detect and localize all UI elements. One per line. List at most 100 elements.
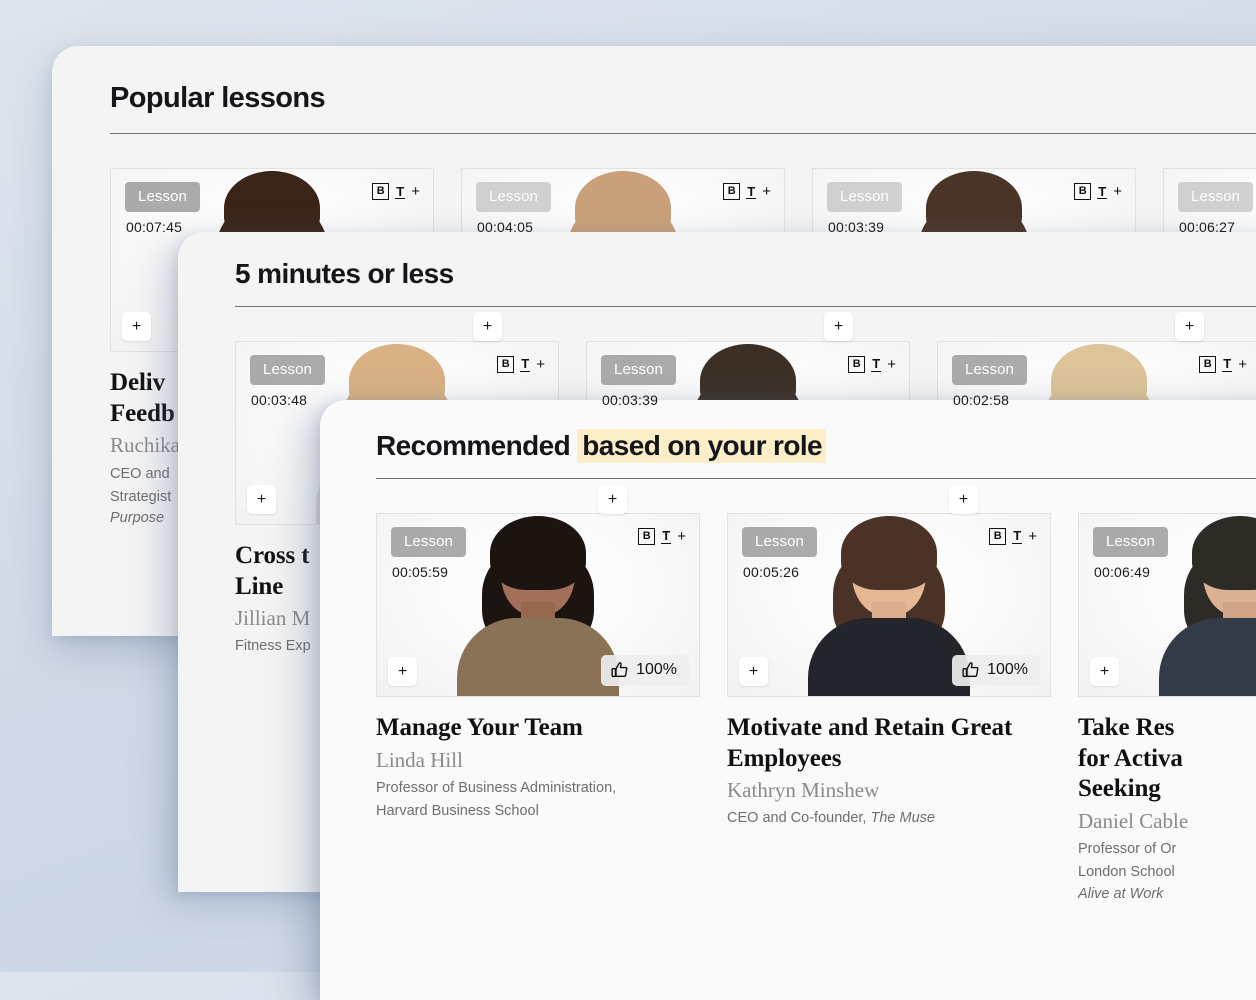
lesson-meta: Manage Your Team Linda Hill Professor of…	[376, 697, 700, 823]
add-to-playlist-button[interactable]: +	[388, 657, 417, 687]
lesson-duration: 00:02:58	[953, 392, 1010, 409]
panel-recommended: Recommended based on your role Lesson 00…	[320, 400, 1256, 1000]
more-formats-icon[interactable]: +	[887, 357, 896, 372]
rating-value: 100%	[987, 661, 1028, 679]
status-badge-rating: 100%	[952, 655, 1040, 687]
lesson-badge: Lesson	[601, 355, 676, 386]
text-format-icon[interactable]: T	[395, 184, 406, 200]
title-rule	[376, 478, 1256, 480]
lesson-meta: Take Res for Activa Seeking Daniel Cable P…	[1078, 697, 1256, 905]
lesson-card[interactable]: Lesson 00:05:26 B T + + 100% Motivate an…	[727, 513, 1051, 905]
lesson-duration: 00:06:27	[1179, 219, 1236, 236]
lesson-duration: 00:05:26	[743, 564, 800, 581]
lesson-meta: Motivate and Retain Great Employees Kath…	[727, 697, 1051, 830]
lesson-thumbnail[interactable]: Lesson 00:06:49 B T + +	[1078, 513, 1256, 698]
lesson-badge: Lesson	[125, 182, 200, 213]
lesson-badge: Lesson	[1093, 527, 1168, 558]
bold-format-icon[interactable]: B	[1199, 356, 1217, 374]
rating-value: 100%	[636, 661, 677, 679]
text-format-icon[interactable]: T	[871, 357, 882, 372]
bold-format-icon[interactable]: B	[497, 356, 515, 374]
person-illustration	[1156, 514, 1256, 697]
lesson-badge: Lesson	[391, 527, 466, 558]
lesson-duration: 00:03:39	[828, 219, 885, 236]
title-highlight: based on your role	[577, 429, 826, 463]
add-to-playlist-button[interactable]: +	[247, 485, 276, 515]
lesson-duration: 00:03:39	[602, 392, 659, 409]
more-formats-icon[interactable]: +	[1238, 357, 1247, 372]
page-title-popular: Popular lessons	[110, 82, 326, 114]
lesson-card[interactable]: Lesson 00:05:59 B T + + 100% Manage Your…	[376, 513, 700, 905]
lesson-role: Professor of Business Administration, Ha…	[376, 779, 617, 819]
add-to-playlist-button[interactable]: +	[122, 312, 151, 342]
page-title-recommended: Recommended based on your role	[376, 429, 1256, 463]
lesson-duration: 00:04:05	[477, 219, 534, 236]
lesson-thumbnail[interactable]: Lesson 00:05:26 B T + + 100%	[727, 513, 1051, 698]
text-format-icon[interactable]: T	[746, 184, 757, 200]
lesson-role: CEO and Co-founder, The Muse	[727, 810, 935, 827]
bold-format-icon[interactable]: B	[1074, 183, 1092, 201]
lesson-badge: Lesson	[827, 182, 902, 213]
text-format-icon[interactable]: T	[1012, 529, 1023, 544]
text-format-icon[interactable]: T	[661, 529, 672, 544]
lesson-title: Manage Your Team	[376, 714, 583, 742]
lesson-duration: 00:03:48	[251, 392, 308, 409]
add-to-playlist-button[interactable]: +	[739, 657, 768, 687]
bold-format-icon[interactable]: B	[723, 183, 741, 201]
lesson-author: Daniel Cable	[1078, 808, 1189, 833]
person-illustration	[454, 514, 622, 697]
format-icons: B T +	[723, 183, 771, 201]
lesson-card[interactable]: Lesson 00:06:49 B T + + Take Resfor Acti…	[1078, 513, 1256, 905]
lesson-author: Kathryn Minshew	[727, 778, 880, 803]
lesson-badge: Lesson	[742, 527, 817, 558]
thumbs-up-icon	[962, 662, 979, 678]
format-icons: B T +	[1199, 356, 1247, 374]
format-icons: B T +	[372, 183, 420, 201]
add-to-playlist-button[interactable]: +	[824, 312, 853, 342]
more-formats-icon[interactable]: +	[677, 529, 686, 544]
more-formats-icon[interactable]: +	[1028, 529, 1037, 544]
screen: Popular lessons Lesson 00:07:45 B T + + …	[0, 0, 1256, 1000]
text-format-icon[interactable]: T	[1097, 184, 1108, 200]
more-formats-icon[interactable]: +	[536, 357, 545, 372]
lesson-thumbnail[interactable]: Lesson 00:05:59 B T + + 100%	[376, 513, 700, 698]
lesson-badge: Lesson	[250, 355, 325, 386]
more-formats-icon[interactable]: +	[411, 184, 420, 199]
format-icons: B T +	[848, 356, 896, 374]
title-rule	[235, 306, 1256, 308]
text-format-icon[interactable]: T	[1222, 357, 1233, 372]
add-to-playlist-button[interactable]: +	[949, 485, 978, 515]
bold-format-icon[interactable]: B	[848, 356, 866, 374]
format-icons: B T +	[638, 528, 686, 546]
lesson-duration: 00:06:49	[1094, 564, 1151, 581]
more-formats-icon[interactable]: +	[762, 184, 771, 199]
lesson-book: The Muse	[870, 810, 935, 827]
lesson-duration: 00:07:45	[126, 219, 183, 236]
add-to-playlist-button[interactable]: +	[473, 312, 502, 342]
add-to-playlist-button[interactable]: +	[1090, 657, 1119, 687]
format-icons: B T +	[497, 356, 545, 374]
lesson-badge: Lesson	[952, 355, 1027, 386]
lesson-duration: 00:05:59	[392, 564, 449, 581]
text-format-icon[interactable]: T	[520, 357, 531, 372]
lesson-title: Take Res for Activa Seeking	[1078, 714, 1183, 803]
title-rule	[110, 133, 1256, 135]
thumbs-up-icon	[611, 662, 628, 678]
bold-format-icon[interactable]: B	[638, 528, 656, 546]
lesson-author: Linda Hill	[376, 747, 463, 772]
add-to-playlist-button[interactable]: +	[1175, 312, 1204, 342]
lesson-badge: Lesson	[476, 182, 551, 213]
person-illustration	[805, 514, 973, 697]
format-icons: B T +	[1074, 183, 1122, 201]
more-formats-icon[interactable]: +	[1113, 184, 1122, 199]
card-row-recommended: Lesson 00:05:59 B T + + 100% Manage Your…	[376, 513, 1256, 905]
lesson-title: Motivate and Retain Great Employees	[727, 714, 1013, 772]
bold-format-icon[interactable]: B	[989, 528, 1007, 546]
bold-format-icon[interactable]: B	[372, 183, 390, 201]
page-title-five-minutes: 5 minutes or less	[235, 258, 454, 289]
lesson-role: Professor of Or London School	[1078, 840, 1177, 880]
format-icons: B T +	[989, 528, 1037, 546]
lesson-badge: Lesson	[1178, 182, 1253, 213]
add-to-playlist-button[interactable]: +	[598, 485, 627, 515]
status-badge-rating: 100%	[601, 655, 689, 687]
